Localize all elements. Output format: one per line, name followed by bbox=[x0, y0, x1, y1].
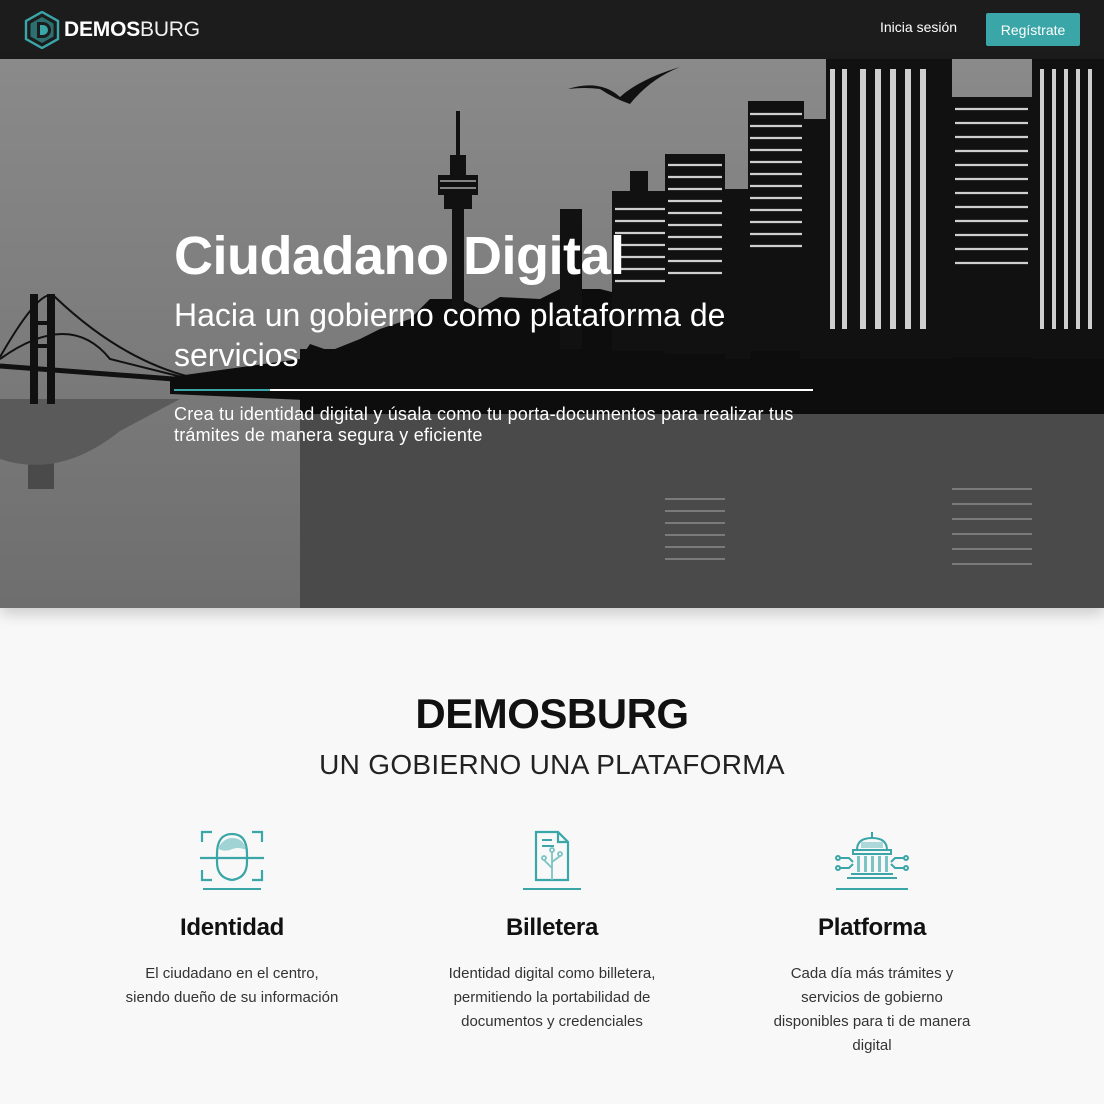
feature-platforma: Platforma Cada día más trámites y servic… bbox=[762, 828, 982, 1058]
feature-text: Identidad digital como billetera, permit… bbox=[448, 965, 656, 1030]
brand-name-light: BURG bbox=[140, 18, 200, 41]
brand-name: DEMOSBURG bbox=[64, 18, 200, 42]
section-title: DEMOSBURG bbox=[415, 690, 689, 737]
section-subtitle: UN GOBIERNO UNA PLATAFORMA bbox=[319, 749, 785, 780]
feature-underline bbox=[203, 888, 261, 890]
feature-title: Billetera bbox=[505, 914, 598, 941]
register-button[interactable]: Regístrate bbox=[986, 13, 1080, 46]
top-navbar: DEMOSBURG Inicia sesión Regístrate bbox=[0, 0, 1104, 59]
hero-divider-accent bbox=[174, 389, 270, 391]
government-building-icon bbox=[835, 832, 909, 879]
feature-title: Platforma bbox=[818, 914, 926, 941]
document-wallet-icon bbox=[534, 830, 570, 882]
hero-banner: Ciudadano Digital Hacia un gobierno como… bbox=[0, 59, 1104, 608]
feature-underline bbox=[523, 888, 581, 890]
feature-text: Cada día más trámites y servicios de gob… bbox=[773, 965, 971, 1054]
face-scan-icon bbox=[200, 830, 264, 882]
feature-billetera: Billetera Identidad digital como billete… bbox=[442, 828, 662, 1034]
brand-logo[interactable]: DEMOSBURG bbox=[24, 11, 200, 49]
hero-description: Crea tu identidad digital y úsala como t… bbox=[174, 404, 794, 445]
brand-name-bold: DEMOS bbox=[64, 18, 141, 41]
login-link[interactable]: Inicia sesión bbox=[880, 19, 957, 35]
logo-hexagon-icon bbox=[24, 11, 60, 49]
hero-subtitle: Hacia un gobierno como plataforma de ser… bbox=[174, 297, 726, 373]
feature-text: El ciudadano en el centro, siendo dueño … bbox=[125, 965, 339, 1006]
hero-title: Ciudadano Digital bbox=[174, 226, 625, 286]
feature-identidad: Identidad El ciudadano en el centro, sie… bbox=[122, 828, 342, 1010]
feature-underline bbox=[836, 888, 908, 890]
feature-title: Identidad bbox=[180, 914, 284, 941]
